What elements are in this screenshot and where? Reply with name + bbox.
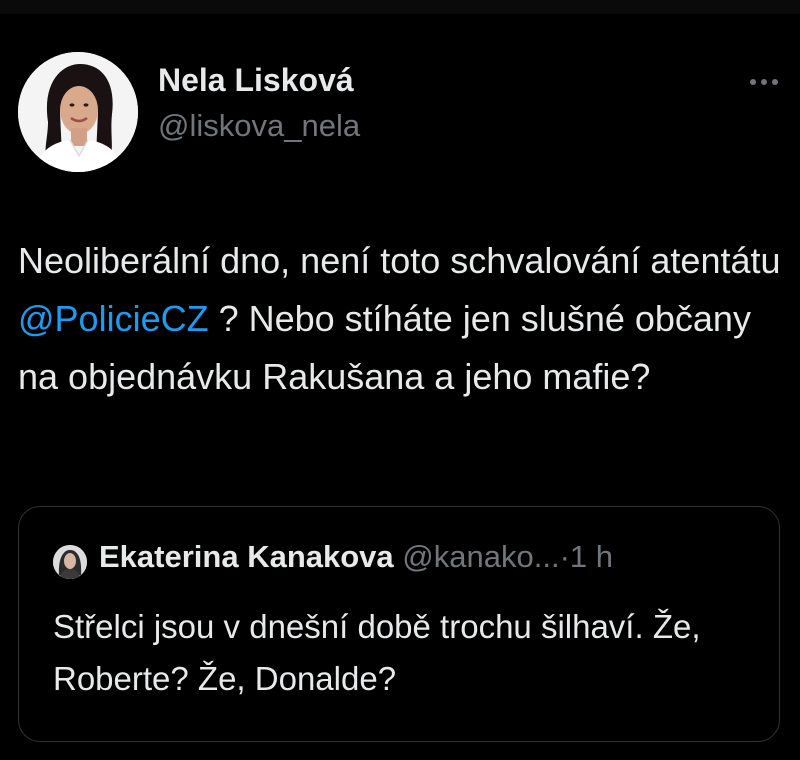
status-bar-strip — [0, 0, 800, 14]
quoted-separator: · — [559, 539, 570, 574]
quoted-tweet-header: Ekaterina Kanakova @kanako...·1 h — [99, 539, 613, 575]
mention-link[interactable]: @PolicieCZ — [18, 298, 209, 339]
more-options-button[interactable] — [744, 70, 784, 94]
tweet-card: Nela Lisková @liskova_nela Neoliberální … — [0, 14, 800, 760]
author-handle[interactable]: @liskova_nela — [158, 108, 360, 144]
author-avatar-photo — [18, 52, 138, 172]
author-name[interactable]: Nela Lisková — [158, 62, 354, 99]
quoted-tweet-text: Střelci jsou v dnešní době trochu šilhav… — [53, 608, 701, 697]
quoted-author-handle[interactable]: @kanako... — [402, 539, 559, 574]
more-horizontal-icon — [750, 79, 778, 85]
tweet-text-part: Neoliberální dno, není toto schvalování … — [18, 240, 781, 281]
quoted-author-avatar[interactable] — [53, 545, 87, 579]
quoted-timestamp[interactable]: 1 h — [570, 539, 613, 574]
quoted-tweet[interactable]: Ekaterina Kanakova @kanako...·1 h Střelc… — [18, 506, 780, 742]
quoted-author-name[interactable]: Ekaterina Kanakova — [99, 539, 394, 574]
tweet-text: Neoliberální dno, není toto schvalování … — [18, 232, 788, 406]
author-avatar[interactable] — [18, 52, 138, 172]
quoted-author-avatar-photo — [53, 545, 87, 579]
